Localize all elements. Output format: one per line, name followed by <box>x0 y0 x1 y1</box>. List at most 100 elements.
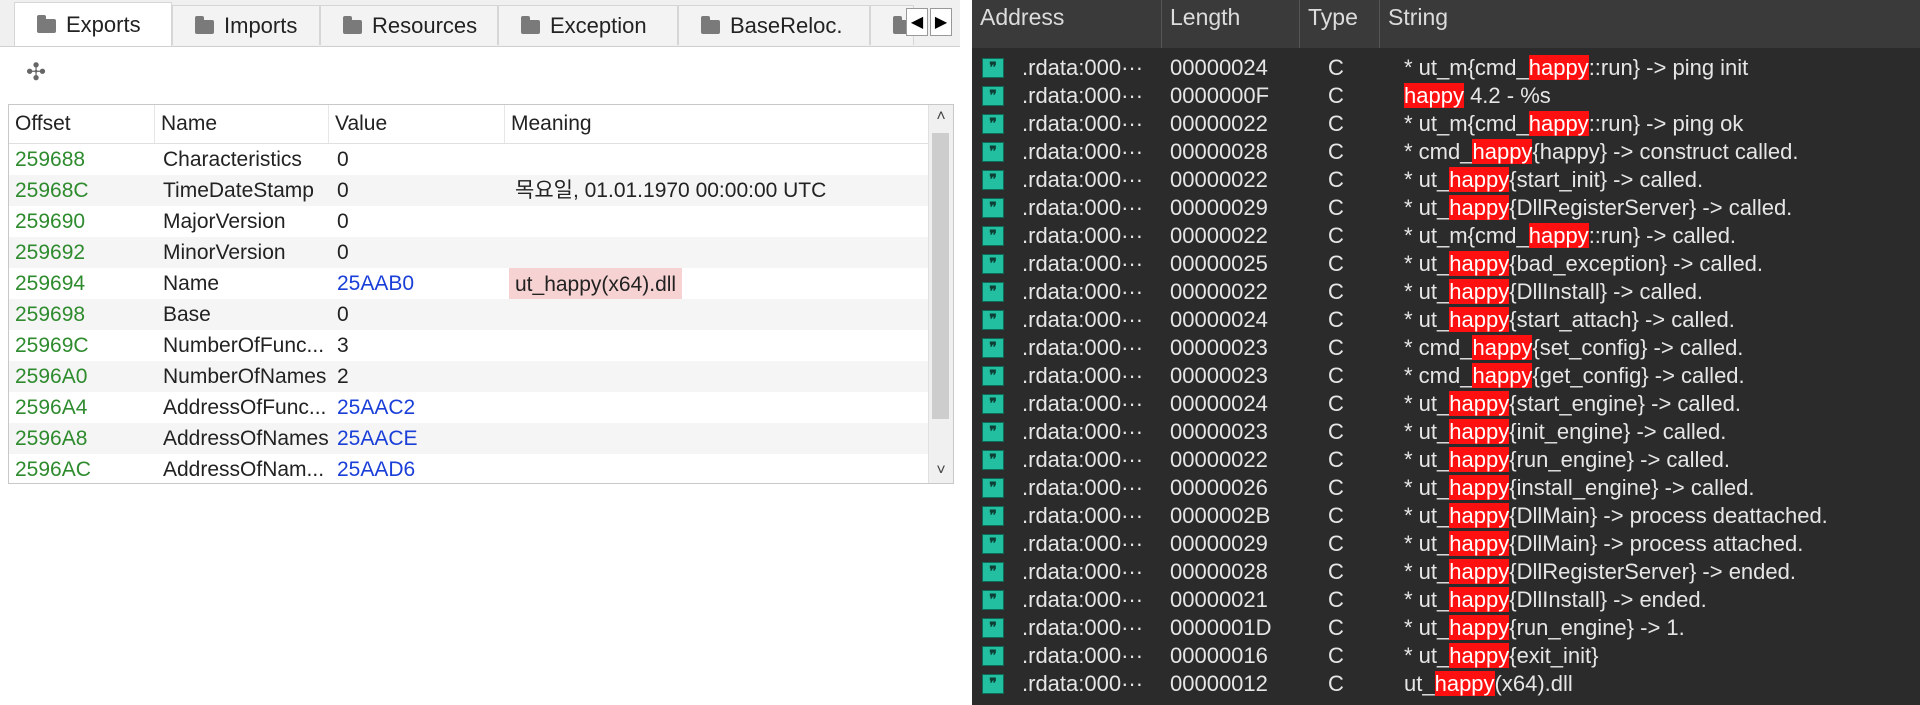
address-cell: .rdata:000··· <box>1022 139 1144 164</box>
column-header-type[interactable]: Type <box>1300 0 1380 48</box>
string-row[interactable]: ❞ .rdata:000··· 00000024 C * ut_happy{start_… <box>972 306 1920 334</box>
search-highlight: happy <box>1449 503 1510 528</box>
length-cell: 00000022 <box>1170 447 1268 472</box>
string-row[interactable]: ❞ .rdata:000··· 00000028 C * cmd_happy{happy… <box>972 138 1920 166</box>
string-row[interactable]: ❞ .rdata:000··· 00000024 C * ut_happy{start_… <box>972 390 1920 418</box>
table-row[interactable]: 259698 Base 0 <box>9 299 929 330</box>
tab-imports[interactable]: Imports <box>172 5 320 45</box>
string-row[interactable]: ❞ .rdata:000··· 00000022 C * ut_m{cmd_happy:… <box>972 222 1920 250</box>
address-cell: .rdata:000··· <box>1022 671 1144 696</box>
tab-basereloc[interactable]: BaseReloc. <box>678 5 870 45</box>
column-header-meaning[interactable]: Meaning <box>505 105 929 143</box>
table-row[interactable]: 259688 Characteristics 0 <box>9 144 929 175</box>
type-cell: C <box>1328 223 1344 248</box>
tab-exception[interactable]: Exception <box>498 5 678 45</box>
column-header-string[interactable]: String <box>1380 0 1920 48</box>
string-text: {start_init} -> called. <box>1509 167 1704 192</box>
string-row[interactable]: ❞ .rdata:000··· 00000026 C * ut_happy{instal… <box>972 474 1920 502</box>
table-row[interactable]: 259694 Name 25AAB0 ut_happy(x64).dll <box>9 268 929 299</box>
name-cell: AddressOfFunc... <box>163 396 327 419</box>
scroll-up-icon[interactable]: ˄ <box>929 105 953 129</box>
string-cell: * ut_happy{install_engine} -> called. <box>1404 474 1914 502</box>
value-cell[interactable]: 25AACE <box>329 423 505 454</box>
address-cell: .rdata:000··· <box>1022 419 1144 444</box>
table-row[interactable]: 259692 MinorVersion 0 <box>9 237 929 268</box>
string-row[interactable]: ❞ .rdata:000··· 00000029 C * ut_happy{DllMai… <box>972 530 1920 558</box>
string-icon: ❞ <box>982 86 1004 106</box>
vertical-scrollbar[interactable]: ˄ ˅ <box>928 105 953 483</box>
column-header-offset[interactable]: Offset <box>9 105 155 143</box>
string-row[interactable]: ❞ .rdata:000··· 00000016 C * ut_happy{exit_i… <box>972 642 1920 670</box>
column-header-address[interactable]: Address <box>972 0 1162 48</box>
search-highlight: happy <box>1449 251 1510 276</box>
type-cell: C <box>1328 671 1344 696</box>
search-highlight: happy <box>1449 643 1510 668</box>
table-row[interactable]: 2596A0 NumberOfNames 2 <box>9 361 929 392</box>
string-row[interactable]: ❞ .rdata:000··· 00000022 C * ut_happy{start_… <box>972 166 1920 194</box>
string-icon: ❞ <box>982 310 1004 330</box>
string-row[interactable]: ❞ .rdata:000··· 00000022 C * ut_m{cmd_happy:… <box>972 110 1920 138</box>
string-text: {DllMain} -> process attached. <box>1509 531 1804 556</box>
address-cell: .rdata:000··· <box>1022 391 1144 416</box>
length-cell: 00000022 <box>1170 279 1268 304</box>
string-cell: * ut_happy{bad_exception} -> called. <box>1404 250 1914 278</box>
length-cell: 0000002B <box>1170 503 1271 528</box>
length-cell: 00000028 <box>1170 559 1268 584</box>
string-cell: * ut_m{cmd_happy::run} -> ping init <box>1404 54 1914 82</box>
length-cell: 00000024 <box>1170 55 1268 80</box>
column-header-name[interactable]: Name <box>155 105 329 143</box>
value-cell[interactable]: 25AAB0 <box>329 268 505 299</box>
string-icon: ❞ <box>982 450 1004 470</box>
string-row[interactable]: ❞ .rdata:000··· 00000023 C * cmd_happy{set_c… <box>972 334 1920 362</box>
length-cell: 00000029 <box>1170 531 1268 556</box>
string-cell: * ut_m{cmd_happy::run} -> called. <box>1404 222 1914 250</box>
move-icon[interactable]: ✣ <box>26 58 46 87</box>
search-highlight: happy <box>1528 111 1589 136</box>
string-row[interactable]: ❞ .rdata:000··· 00000023 C * ut_happy{init_e… <box>972 418 1920 446</box>
offset-cell: 259698 <box>15 303 86 326</box>
type-cell: C <box>1328 391 1344 416</box>
string-row[interactable]: ❞ .rdata:000··· 00000025 C * ut_happy{bad_ex… <box>972 250 1920 278</box>
string-row[interactable]: ❞ .rdata:000··· 0000000F Chappy 4.2 - %s <box>972 82 1920 110</box>
table-row[interactable]: 2596A4 AddressOfFunc... 25AAC2 <box>9 392 929 423</box>
string-text: * ut_ <box>1404 447 1450 472</box>
string-row[interactable]: ❞ .rdata:000··· 0000001D C * ut_happy{run_en… <box>972 614 1920 642</box>
table-row[interactable]: 2596A8 AddressOfNames 25AACE <box>9 423 929 454</box>
string-row[interactable]: ❞ .rdata:000··· 00000023 C * cmd_happy{get_c… <box>972 362 1920 390</box>
string-row[interactable]: ❞ .rdata:000··· 00000012 Cut_happy(x64).dll <box>972 670 1920 698</box>
string-row[interactable]: ❞ .rdata:000··· 0000002B C * ut_happy{DllMai… <box>972 502 1920 530</box>
folder-icon <box>521 15 540 34</box>
scrollbar-thumb[interactable] <box>932 133 949 419</box>
string-cell: * ut_happy{run_engine} -> 1. <box>1404 614 1914 642</box>
search-highlight: happy <box>1449 279 1510 304</box>
type-cell: C <box>1328 251 1344 276</box>
table-row[interactable]: 25968C TimeDateStamp 0 목요일, 01.01.1970 00:0… <box>9 175 929 206</box>
value-cell[interactable]: 25AAD6 <box>329 454 505 483</box>
tab-scroll-left-button[interactable]: ◀ <box>906 8 928 36</box>
type-cell: C <box>1328 503 1344 528</box>
string-text: ::run} -> ping init <box>1588 55 1749 80</box>
meaning-cell <box>505 361 925 392</box>
column-header-value[interactable]: Value <box>329 105 505 143</box>
string-row[interactable]: ❞ .rdata:000··· 00000021 C * ut_happy{DllIns… <box>972 586 1920 614</box>
string-row[interactable]: ❞ .rdata:000··· 00000022 C * ut_happy{run_en… <box>972 446 1920 474</box>
offset-cell: 259688 <box>15 148 86 171</box>
scroll-down-icon[interactable]: ˅ <box>929 459 953 483</box>
column-header-length[interactable]: Length <box>1162 0 1300 48</box>
table-row[interactable]: 2596AC AddressOfNam... 25AAD6 <box>9 454 929 483</box>
tab-exports[interactable]: Exports <box>14 2 172 46</box>
string-cell: * cmd_happy{set_config} -> called. <box>1404 334 1914 362</box>
string-row[interactable]: ❞ .rdata:000··· 00000024 C * ut_m{cmd_happy:… <box>972 54 1920 82</box>
tab-resources[interactable]: Resources <box>320 5 498 45</box>
table-row[interactable]: 259690 MajorVersion 0 <box>9 206 929 237</box>
strings-window: Address Length Type String ❞ .rdata:000··… <box>972 0 1920 705</box>
string-row[interactable]: ❞ .rdata:000··· 00000022 C * ut_happy{DllIns… <box>972 278 1920 306</box>
tab-scroll-right-button[interactable]: ▶ <box>930 8 952 36</box>
string-icon: ❞ <box>982 394 1004 414</box>
string-icon: ❞ <box>982 422 1004 442</box>
string-row[interactable]: ❞ .rdata:000··· 00000029 C * ut_happy{DllReg… <box>972 194 1920 222</box>
string-row[interactable]: ❞ .rdata:000··· 00000028 C * ut_happy{DllReg… <box>972 558 1920 586</box>
table-row[interactable]: 25969C NumberOfFunc... 3 <box>9 330 929 361</box>
value-cell[interactable]: 25AAC2 <box>329 392 505 423</box>
string-cell: * ut_happy{DllMain} -> process deattache… <box>1404 502 1914 530</box>
